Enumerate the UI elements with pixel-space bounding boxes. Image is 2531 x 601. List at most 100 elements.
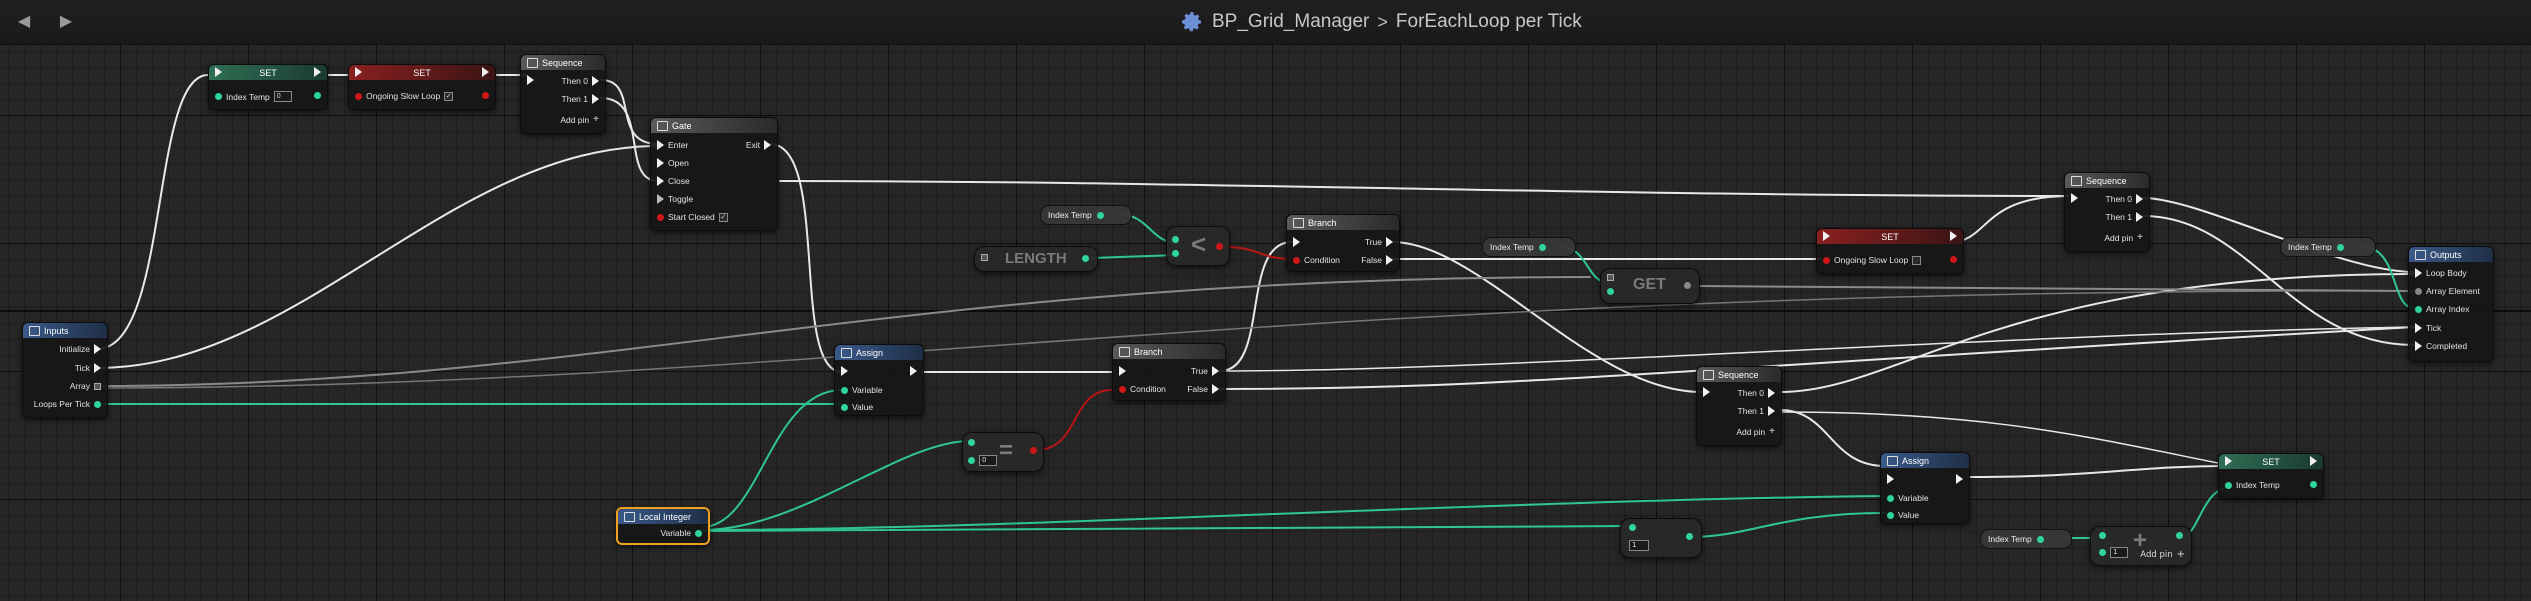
- exec-in-pin[interactable]: [215, 67, 222, 77]
- value-pin[interactable]: Value: [841, 402, 873, 412]
- exec-in-pin[interactable]: [527, 75, 534, 85]
- output-pin[interactable]: [2036, 535, 2044, 543]
- exec-out-pin[interactable]: [2310, 456, 2317, 466]
- inputs-node[interactable]: Inputs Initialize Tick Array Loops Per T…: [22, 322, 108, 418]
- loops-per-tick-pin[interactable]: Loops Per Tick: [34, 399, 101, 409]
- value-pin[interactable]: 1: [1629, 540, 1649, 551]
- condition-pin[interactable]: Condition: [1293, 255, 1340, 265]
- then-0-pin[interactable]: Then 0: [1738, 388, 1775, 398]
- then-1-pin[interactable]: Then 1: [2106, 212, 2143, 222]
- false-pin[interactable]: False: [1361, 255, 1393, 265]
- exec-in-pin[interactable]: [1887, 474, 1894, 484]
- b-input-pin[interactable]: 0: [968, 455, 997, 466]
- exec-in-pin[interactable]: [1119, 366, 1126, 376]
- completed-pin[interactable]: Completed: [2415, 341, 2467, 351]
- close-pin[interactable]: Close: [657, 176, 690, 186]
- then-1-pin[interactable]: Then 1: [1738, 406, 1775, 416]
- tick-pin[interactable]: Tick: [75, 363, 101, 373]
- add-pin-button[interactable]: Add pin +: [2104, 232, 2143, 243]
- output-pin[interactable]: [2336, 243, 2344, 251]
- assign-node[interactable]: Assign Variable Value: [1880, 452, 1970, 524]
- int-output-pin[interactable]: [1082, 255, 1089, 262]
- add-pin-button[interactable]: Add pin +: [2140, 549, 2185, 560]
- forward-arrow-icon[interactable]: ▶: [56, 11, 76, 31]
- toggle-pin[interactable]: Toggle: [657, 194, 693, 204]
- less-than-node[interactable]: <: [1166, 226, 1230, 266]
- exec-out-pin[interactable]: [1950, 231, 1957, 241]
- add-pin-button[interactable]: Add pin +: [1736, 426, 1775, 437]
- bool-checkbox[interactable]: ✓: [718, 212, 728, 222]
- back-arrow-icon[interactable]: ◀: [14, 11, 34, 31]
- a-input-pin[interactable]: [2099, 532, 2106, 539]
- true-pin[interactable]: True: [1365, 237, 1393, 247]
- index-temp-getter[interactable]: Index Temp: [2280, 237, 2376, 257]
- index-temp-getter[interactable]: Index Temp: [1040, 205, 1132, 225]
- exec-out-pin[interactable]: [1956, 474, 1963, 484]
- array-pin[interactable]: Array: [70, 381, 101, 391]
- value-pin[interactable]: Value: [1887, 510, 1919, 520]
- int-output-pin[interactable]: [1686, 533, 1693, 540]
- input-pin[interactable]: [1629, 524, 1636, 531]
- sequence-node[interactable]: Sequence Then 0 Then 1 Add pin +: [2064, 172, 2150, 252]
- outputs-node[interactable]: Outputs Loop Body Array Element Array In…: [2408, 246, 2494, 362]
- condition-pin[interactable]: Condition: [1119, 384, 1166, 394]
- open-pin[interactable]: Open: [657, 158, 689, 168]
- array-index-pin[interactable]: Array Index: [2415, 304, 2469, 314]
- gate-node[interactable]: Gate Enter Exit Open Close Toggle Start …: [650, 117, 778, 231]
- exec-in-pin[interactable]: [2071, 193, 2078, 203]
- sequence-node[interactable]: Sequence Then 0 Then 1 Add pin +: [1696, 366, 1782, 446]
- ongoing-slow-loop-output-pin[interactable]: [1950, 256, 1957, 263]
- output-pin[interactable]: [1096, 211, 1104, 219]
- false-pin[interactable]: False: [1187, 384, 1219, 394]
- int-output-pin[interactable]: [2176, 532, 2183, 539]
- exec-in-pin[interactable]: [1293, 237, 1300, 247]
- value-field[interactable]: 0: [979, 455, 997, 466]
- ongoing-slow-loop-input-pin[interactable]: Ongoing Slow Loop: [1823, 255, 1922, 265]
- index-temp-output-pin[interactable]: [314, 92, 321, 99]
- bool-output-pin[interactable]: [1030, 447, 1037, 454]
- array-input-pin[interactable]: [1607, 274, 1614, 281]
- a-input-pin[interactable]: [1172, 236, 1179, 243]
- output-pin[interactable]: [1538, 243, 1546, 251]
- index-input-pin[interactable]: [1607, 288, 1614, 295]
- set-ongoing-slow-loop-node[interactable]: SET Ongoing Slow Loop: [1816, 228, 1964, 274]
- bool-checkbox[interactable]: ✓: [444, 91, 454, 101]
- set-index-temp-node[interactable]: SET Index Temp 0: [208, 64, 328, 110]
- set-ongoing-slow-loop-node[interactable]: SET Ongoing Slow Loop ✓: [348, 64, 496, 110]
- variable-pin[interactable]: Variable: [1887, 493, 1929, 503]
- breadcrumb-blueprint[interactable]: BP_Grid_Manager: [1212, 11, 1369, 33]
- exec-out-pin[interactable]: [314, 67, 321, 77]
- add-pin-button[interactable]: Add pin +: [560, 114, 599, 125]
- value-field[interactable]: 1: [2110, 547, 2128, 558]
- index-temp-getter[interactable]: Index Temp: [1980, 529, 2072, 549]
- variable-pin[interactable]: Variable: [841, 385, 883, 395]
- b-input-pin[interactable]: 1: [2099, 547, 2128, 558]
- exit-pin[interactable]: Exit: [746, 140, 771, 150]
- exec-in-pin[interactable]: [841, 366, 848, 376]
- add-node[interactable]: 1 + Add pin +: [2090, 526, 2192, 566]
- length-node[interactable]: LENGTH: [974, 246, 1098, 272]
- index-temp-getter[interactable]: Index Temp: [1482, 237, 1576, 257]
- true-pin[interactable]: True: [1191, 366, 1219, 376]
- assign-node[interactable]: Assign Variable Value: [834, 344, 924, 416]
- a-input-pin[interactable]: [968, 439, 975, 446]
- array-element-pin[interactable]: Array Element: [2415, 286, 2480, 296]
- index-temp-input-pin[interactable]: Index Temp 0: [215, 91, 292, 102]
- exec-out-pin[interactable]: [910, 366, 917, 376]
- variable-output-pin[interactable]: Variable: [660, 528, 702, 538]
- exec-in-pin[interactable]: [355, 67, 362, 77]
- then-0-pin[interactable]: Then 0: [562, 76, 599, 86]
- branch-node[interactable]: Branch True Condition False: [1286, 214, 1400, 272]
- then-1-pin[interactable]: Then 1: [562, 94, 599, 104]
- element-output-pin[interactable]: [1684, 282, 1691, 289]
- exec-in-pin[interactable]: [1703, 387, 1710, 397]
- then-0-pin[interactable]: Then 0: [2106, 194, 2143, 204]
- bool-checkbox[interactable]: [1912, 255, 1922, 265]
- array-input-pin[interactable]: [981, 254, 988, 261]
- index-temp-output-pin[interactable]: [2310, 481, 2317, 488]
- make-literal-int-node[interactable]: 1: [1620, 518, 1702, 558]
- breadcrumb-graph[interactable]: ForEachLoop per Tick: [1396, 11, 1582, 33]
- value-field[interactable]: 0: [273, 91, 292, 102]
- start-closed-pin[interactable]: Start Closed ✓: [657, 212, 728, 222]
- b-input-pin[interactable]: [1172, 250, 1179, 257]
